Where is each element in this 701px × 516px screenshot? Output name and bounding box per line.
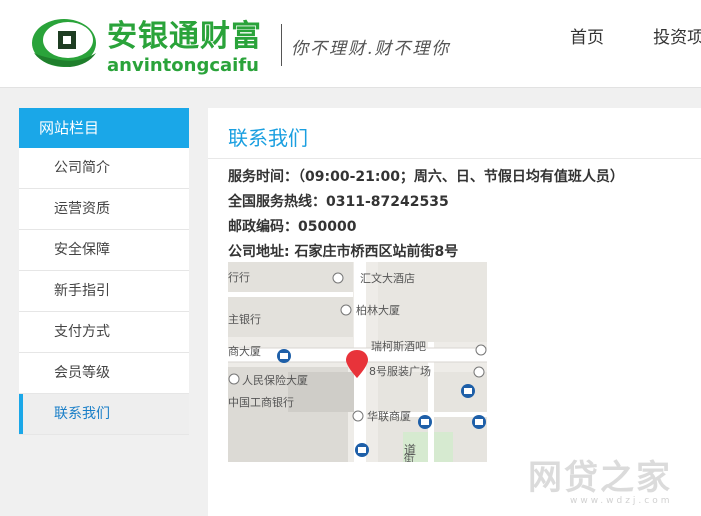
map-label: 汇文大酒店 <box>360 271 415 285</box>
map-label: 瑞柯斯酒吧 <box>371 339 426 353</box>
watermark: 网贷之家 <box>528 458 672 498</box>
poi-marker <box>340 304 352 316</box>
sidebar-item-qualification[interactable]: 运营资质 <box>19 189 189 230</box>
nav-home[interactable]: 首页 <box>570 23 604 48</box>
poi-marker <box>332 272 344 284</box>
watermark-url: www.wdzj.com <box>570 496 673 506</box>
address: 公司地址: 石家庄市桥西区站前街8号 <box>228 244 459 260</box>
sidebar-item-about[interactable]: 公司简介 <box>19 148 189 189</box>
sidebar-item-membership[interactable]: 会员等级 <box>19 353 189 394</box>
site-header: 安银通财富 anvintongcaifu 你不理财.财不理你 首页 投资项 <box>0 0 701 88</box>
map-label: 人民保险大厦 <box>242 373 308 387</box>
map-label: 街 <box>404 452 414 462</box>
page-title: 联系我们 <box>228 126 308 150</box>
map-label: 华联商厦 <box>367 409 411 423</box>
map-label: 商大厦 <box>228 344 261 358</box>
service-hours: 服务时间：（09:00-21:00；周六、日、节假日均有值班人员） <box>228 169 624 185</box>
sidebar-item-guide[interactable]: 新手指引 <box>19 271 189 312</box>
hotline: 全国服务热线：0311-87242535 <box>228 194 449 210</box>
brand-name-cn: 安银通财富 <box>107 19 262 54</box>
logo-divider <box>281 24 282 66</box>
sidebar-item-payment[interactable]: 支付方式 <box>19 312 189 353</box>
map-label: 行行 <box>228 271 250 284</box>
sidebar-item-contact[interactable]: 联系我们 <box>19 394 189 435</box>
sidebar: 网站栏目 公司简介 运营资质 安全保障 新手指引 支付方式 会员等级 联系我们 <box>19 108 189 435</box>
poi-marker <box>475 344 487 356</box>
map-label: 主银行 <box>228 312 261 326</box>
location-map[interactable]: 行行 汇文大酒店 柏林大厦 主银行 瑞柯斯酒吧 商大厦 8号服装广场 人民保险大… <box>228 262 487 462</box>
map-label: 柏林大厦 <box>356 303 400 317</box>
logo-icon[interactable] <box>30 13 98 69</box>
sidebar-title: 网站栏目 <box>19 108 189 148</box>
brand-name-en: anvintongcaifu <box>107 55 259 76</box>
postcode: 邮政编码：050000 <box>228 219 357 235</box>
poi-marker <box>473 366 485 378</box>
map-label: 中国工商银行 <box>228 395 294 409</box>
sidebar-item-security[interactable]: 安全保障 <box>19 230 189 271</box>
title-divider <box>208 158 701 159</box>
nav-invest[interactable]: 投资项 <box>653 23 701 48</box>
poi-marker <box>352 410 364 422</box>
map-label: 8号服装广场 <box>369 364 431 378</box>
poi-marker <box>228 373 240 385</box>
top-nav: 首页 投资项 <box>570 23 701 48</box>
brand-slogan: 你不理财.财不理你 <box>291 39 451 59</box>
